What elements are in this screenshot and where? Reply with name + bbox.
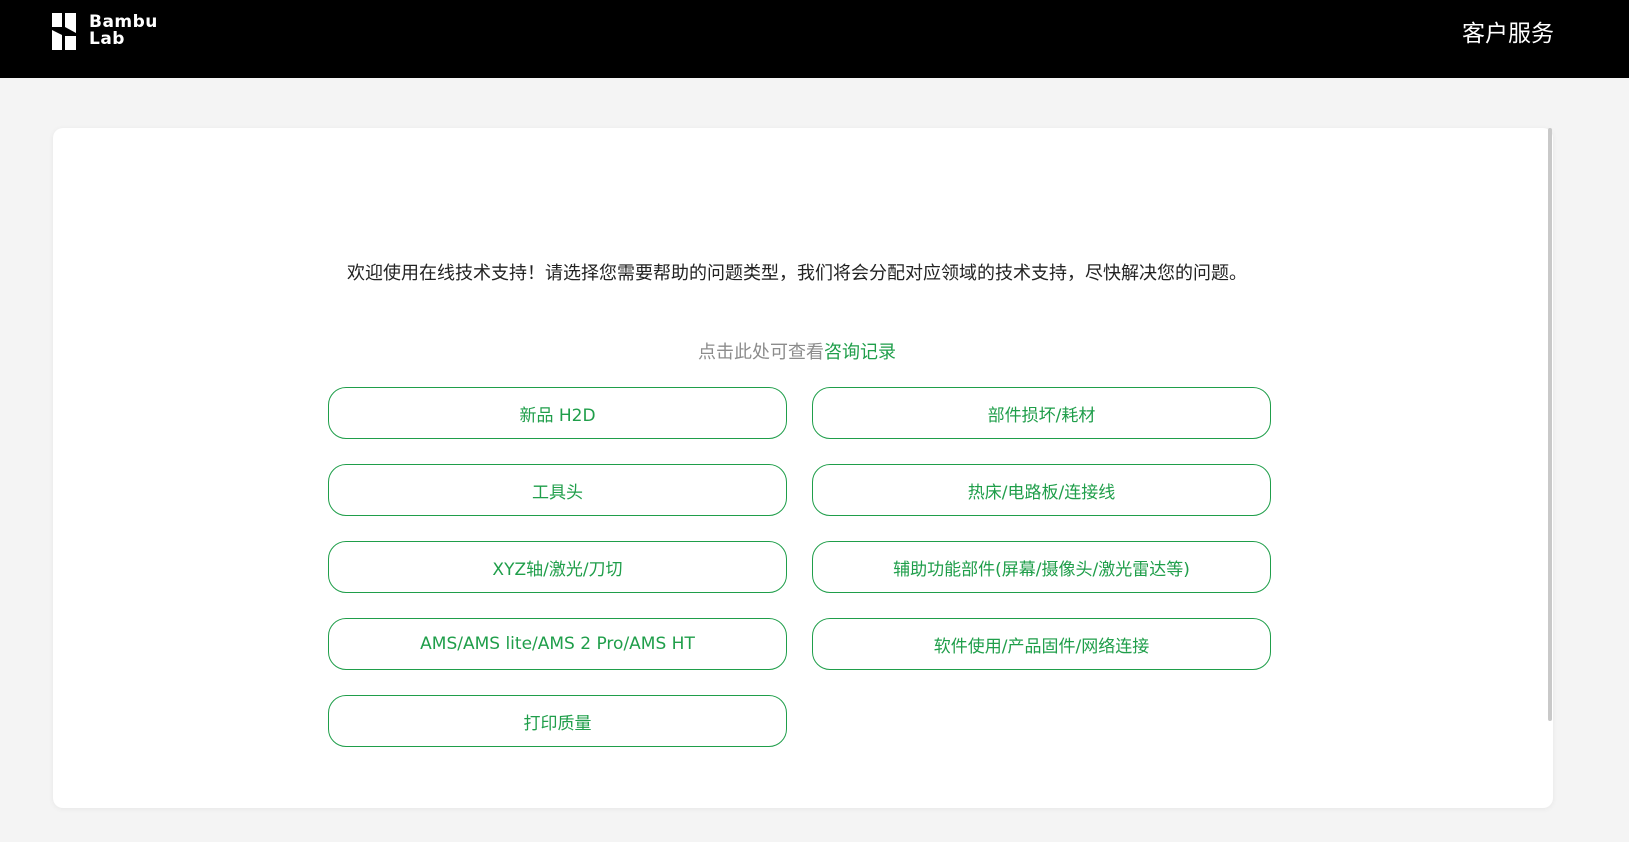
- option-heatbed-boards[interactable]: 热床/电路板/连接线: [812, 464, 1271, 516]
- welcome-text: 欢迎使用在线技术支持！请选择您需要帮助的问题类型，我们将会分配对应领域的技术支持…: [347, 263, 1247, 284]
- history-line: 点击此处可查看咨询记录: [312, 339, 1282, 367]
- logo-line-2: Lab: [89, 29, 125, 49]
- logo-wordmark: Bambu Lab: [89, 14, 158, 48]
- option-accessories[interactable]: 辅助功能部件(屏幕/摄像头/激光雷达等): [812, 541, 1271, 593]
- option-ams[interactable]: AMS/AMS lite/AMS 2 Pro/AMS HT: [328, 618, 787, 670]
- option-parts-damage[interactable]: 部件损坏/耗材: [812, 387, 1271, 439]
- option-print-quality[interactable]: 打印质量: [328, 695, 787, 747]
- top-header: Bambu Lab 客户服务: [0, 0, 1629, 78]
- page-title: 客户服务: [1462, 21, 1554, 47]
- option-software-firmware[interactable]: 软件使用/产品固件/网络连接: [812, 618, 1271, 670]
- consultation-history-link[interactable]: 咨询记录: [824, 342, 896, 363]
- bambu-logo-icon: [52, 12, 76, 50]
- option-toolhead[interactable]: 工具头: [328, 464, 787, 516]
- issue-type-options: 新品 H2D 部件损坏/耗材 工具头 热床/电路板/连接线 XYZ轴/激光/刀切…: [328, 387, 1273, 747]
- option-xyz-laser-cut[interactable]: XYZ轴/激光/刀切: [328, 541, 787, 593]
- scrollbar-thumb[interactable]: [1548, 128, 1552, 721]
- bambu-lab-logo[interactable]: Bambu Lab: [52, 12, 158, 50]
- history-prefix: 点击此处可查看: [698, 342, 824, 363]
- option-new-h2d[interactable]: 新品 H2D: [328, 387, 787, 439]
